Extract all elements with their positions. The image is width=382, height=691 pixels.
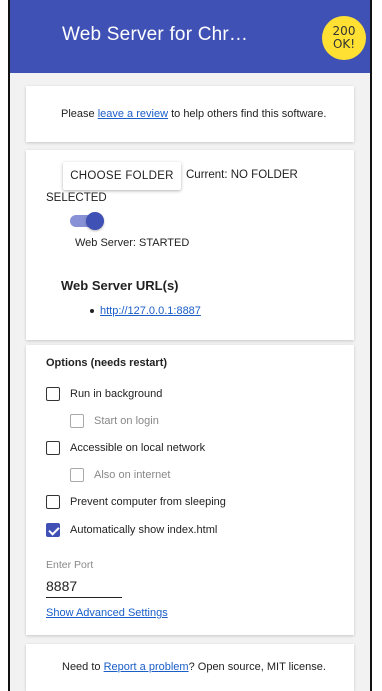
urls-heading: Web Server URL(s) — [61, 278, 179, 293]
server-url-link[interactable]: http://127.0.0.1:8887 — [100, 305, 201, 317]
badge-line-2: OK! — [332, 37, 356, 51]
server-card: CHOOSE FOLDER Current: NO FOLDER SELECTE… — [26, 150, 354, 340]
checkbox[interactable] — [46, 495, 60, 509]
checkbox[interactable] — [46, 387, 60, 401]
option-label: Start on login — [94, 415, 159, 427]
footer-message: Need to Report a problem? Open source, M… — [62, 661, 326, 673]
options-heading: Options (needs restart) — [46, 357, 168, 369]
current-folder-label: Current: NO FOLDER — [186, 169, 298, 181]
review-message: Please leave a review to help others fin… — [61, 108, 326, 120]
option-label: Also on internet — [94, 469, 171, 481]
app-window: Web Server for Chr… 200 OK! Please leave… — [8, 0, 372, 691]
option-label: Automatically show index.html — [70, 524, 218, 536]
app-title: Web Server for Chr… — [62, 24, 249, 45]
review-suffix: to help others find this software. — [168, 108, 327, 120]
report-problem-link[interactable]: Report a problem — [104, 661, 189, 673]
bullet-icon — [90, 309, 94, 313]
options-card: Options (needs restart) Run in backgroun… — [26, 345, 354, 635]
leave-review-link[interactable]: leave a review — [98, 108, 168, 120]
option-label: Run in background — [70, 388, 163, 400]
choose-folder-button[interactable]: CHOOSE FOLDER — [63, 162, 181, 190]
port-input[interactable] — [46, 575, 122, 598]
footer-card: Need to Report a problem? Open source, M… — [26, 644, 354, 691]
server-status: Web Server: STARTED — [75, 237, 190, 249]
checkbox[interactable] — [46, 441, 60, 455]
option-label: Prevent computer from sleeping — [70, 496, 226, 508]
review-card: Please leave a review to help others fin… — [26, 86, 354, 142]
checkbox[interactable] — [70, 414, 84, 428]
show-advanced-settings-link[interactable]: Show Advanced Settings — [46, 607, 168, 619]
port-field-label: Enter Port — [46, 559, 94, 571]
server-toggle[interactable] — [70, 211, 104, 231]
current-folder-label-cont: SELECTED — [46, 192, 107, 204]
checkbox-checked[interactable] — [46, 523, 60, 537]
review-prefix: Please — [61, 108, 98, 120]
option-label: Accessible on local network — [70, 442, 206, 454]
title-bar: Web Server for Chr… 200 OK! — [10, 0, 370, 73]
status-ok-badge: 200 OK! — [322, 16, 366, 60]
checkbox[interactable] — [70, 468, 84, 482]
toggle-knob — [86, 212, 104, 230]
footer-suffix: ? Open source, MIT license. — [188, 661, 326, 673]
footer-prefix: Need to — [62, 661, 104, 673]
